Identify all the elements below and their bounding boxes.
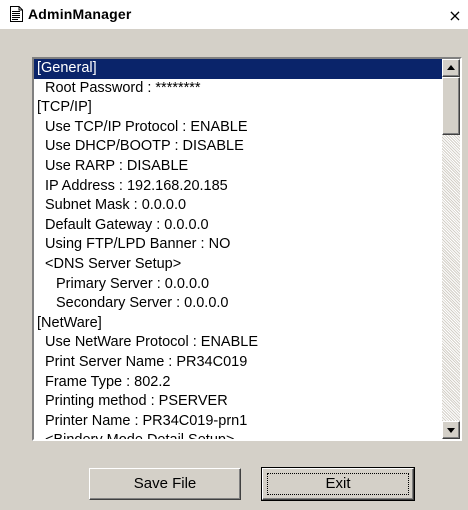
list-item-text: Use NetWare Protocol : ENABLE <box>45 334 259 351</box>
list-item-text: Printing method : PSERVER <box>45 393 228 410</box>
scroll-up-button[interactable] <box>442 59 460 77</box>
exit-label: Exit <box>325 475 351 492</box>
vertical-scrollbar[interactable] <box>442 59 460 439</box>
list-item-text: Secondary Server : 0.0.0.0 <box>56 295 229 312</box>
list-item[interactable]: Primary Server : 0.0.0.0 <box>34 275 442 295</box>
list-item[interactable]: Use NetWare Protocol : ENABLE <box>34 333 442 353</box>
exit-button[interactable]: Exit <box>261 467 415 501</box>
document-icon <box>10 6 23 22</box>
settings-list: [General] Root Password : ******** [TCP/IP… <box>34 59 442 439</box>
list-item-text: Printer Name : PR34C019-prn1 <box>45 412 248 429</box>
list-item[interactable]: Use DHCP/BOOTP : DISABLE <box>34 137 442 157</box>
list-item-text: Primary Server : 0.0.0.0 <box>56 275 210 292</box>
list-item-text: Default Gateway : 0.0.0.0 <box>45 216 209 233</box>
list-item[interactable]: Secondary Server : 0.0.0.0 <box>34 294 442 314</box>
save-file-button[interactable]: Save File <box>89 468 241 500</box>
arrow-down-icon <box>447 428 455 433</box>
list-item[interactable]: Printer Name : PR34C019-prn1 <box>34 412 442 432</box>
list-item-text: [NetWare] <box>37 314 102 331</box>
list-item-text: [General] <box>37 60 97 76</box>
list-item[interactable]: Use RARP : DISABLE <box>34 157 442 177</box>
scroll-thumb[interactable] <box>442 77 460 135</box>
list-item[interactable]: Subnet Mask : 0.0.0.0 <box>34 196 442 216</box>
list-item[interactable]: <Bindery Mode Detail Setup> <box>34 431 442 439</box>
list-item[interactable]: Use TCP/IP Protocol : ENABLE <box>34 118 442 138</box>
list-item-text: <DNS Server Setup> <box>45 255 182 272</box>
list-item[interactable]: Using FTP/LPD Banner : NO <box>34 235 442 255</box>
list-item[interactable]: Print Server Name : PR34C019 <box>34 353 442 373</box>
list-item-text: Root Password : ******** <box>45 79 201 96</box>
list-item[interactable]: <DNS Server Setup> <box>34 255 442 275</box>
list-item[interactable]: Frame Type : 802.2 <box>34 373 442 393</box>
save-file-label: Save File <box>133 475 197 492</box>
list-item[interactable]: [NetWare] <box>34 314 442 334</box>
close-icon[interactable]: × <box>447 8 463 24</box>
list-item[interactable]: Root Password : ******** <box>34 79 442 99</box>
list-item[interactable]: [TCP/IP] <box>34 98 442 118</box>
title-bar[interactable]: AdminManager × <box>0 0 468 29</box>
list-item-text: Use RARP : DISABLE <box>45 157 189 174</box>
list-item-text: <Bindery Mode Detail Setup> <box>37 431 234 439</box>
list-item-text: [TCP/IP] <box>37 99 92 116</box>
list-item-text: Use DHCP/BOOTP : DISABLE <box>45 138 244 155</box>
list-item-text: IP Address : 192.168.20.185 <box>45 177 228 194</box>
list-item[interactable]: Default Gateway : 0.0.0.0 <box>34 216 442 236</box>
list-item-text: Print Server Name : PR34C019 <box>45 353 248 370</box>
window-title: AdminManager <box>28 6 132 22</box>
list-item[interactable]: Printing method : PSERVER <box>34 392 442 412</box>
list-item-text: Subnet Mask : 0.0.0.0 <box>45 197 187 214</box>
list-item[interactable]: [General] <box>34 59 442 79</box>
arrow-up-icon <box>447 65 455 70</box>
admin-manager-window: AdminManager × [General] Root Password : … <box>0 0 468 510</box>
settings-listbox[interactable]: [General] Root Password : ******** [TCP/IP… <box>32 57 462 441</box>
list-item-text: Use TCP/IP Protocol : ENABLE <box>45 118 248 135</box>
list-item-text: Frame Type : 802.2 <box>45 373 171 390</box>
scroll-down-button[interactable] <box>442 421 460 439</box>
list-item-text: Using FTP/LPD Banner : NO <box>45 236 231 253</box>
list-item[interactable]: IP Address : 192.168.20.185 <box>34 177 442 197</box>
